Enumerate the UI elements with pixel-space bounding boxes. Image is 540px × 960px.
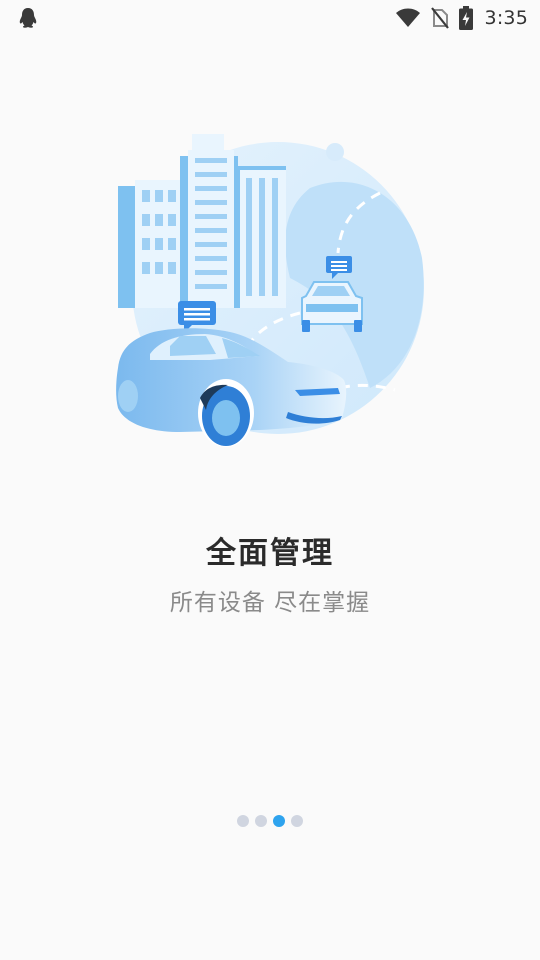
- onboarding-screen: 3:35 全面管理 所有设备 尽在掌握: [0, 0, 540, 960]
- page-dot-2[interactable]: [255, 815, 267, 827]
- status-clock: 3:35: [484, 7, 528, 29]
- status-indicators: 3:35: [395, 5, 528, 31]
- no-sim-icon: [430, 7, 449, 29]
- city-car-illustration: [110, 128, 430, 458]
- status-bar: 3:35: [0, 0, 540, 36]
- page-dot-4[interactable]: [291, 815, 303, 827]
- page-indicator: [0, 815, 540, 827]
- qq-icon: [18, 7, 38, 29]
- page-dot-3-active[interactable]: [273, 815, 285, 827]
- page-subtitle: 所有设备 尽在掌握: [169, 590, 371, 616]
- page-title: 全面管理: [206, 536, 334, 571]
- wifi-icon: [395, 8, 421, 28]
- battery-charging-icon: [458, 6, 473, 30]
- page-dot-1[interactable]: [237, 815, 249, 827]
